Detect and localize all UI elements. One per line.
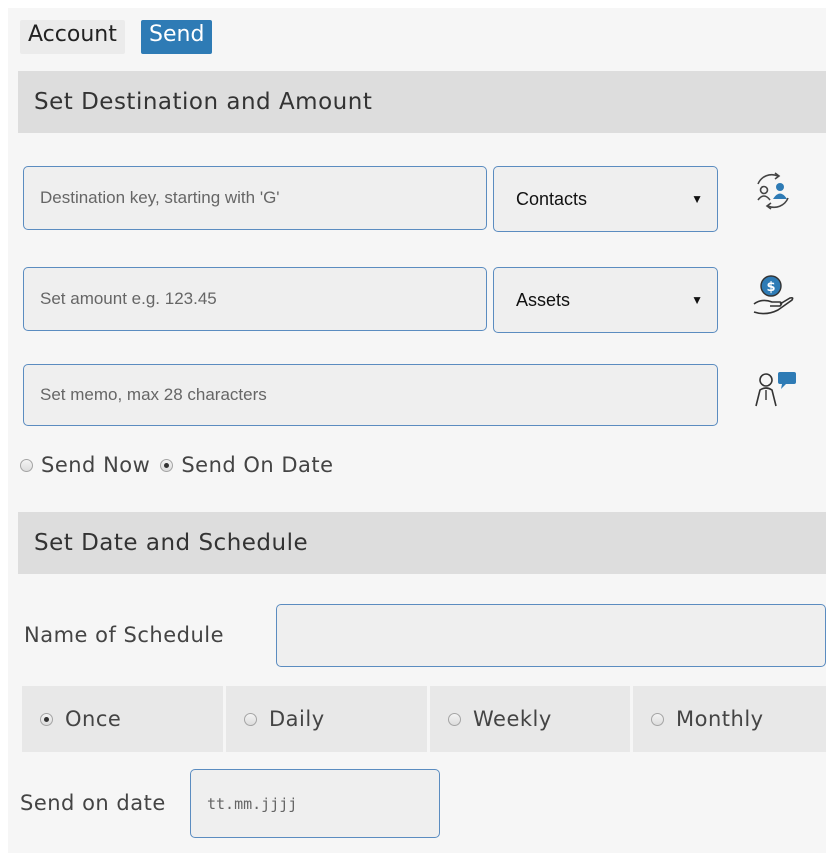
contacts-select[interactable]: Contacts ▼ (493, 166, 718, 232)
weekly-label: Weekly (473, 707, 552, 731)
once-label: Once (65, 707, 122, 731)
send-now-label[interactable]: Send Now (41, 453, 150, 477)
amount-input[interactable] (23, 267, 487, 331)
money-hand-icon[interactable]: $ (750, 272, 796, 318)
send-date-input[interactable] (190, 769, 440, 838)
dropdown-caret-icon: ▼ (691, 293, 703, 307)
send-mode-group: Send Now Send On Date (20, 450, 334, 480)
memo-input[interactable] (23, 364, 718, 426)
destination-input[interactable] (23, 166, 487, 230)
monthly-label: Monthly (676, 707, 764, 731)
frequency-option-monthly[interactable]: Monthly (633, 686, 826, 752)
weekly-radio[interactable] (448, 712, 461, 726)
assets-select-value: Assets (516, 289, 571, 310)
daily-radio[interactable] (244, 712, 257, 726)
send-on-date-radio[interactable] (160, 458, 174, 472)
tab-account[interactable]: Account (20, 20, 125, 54)
assets-select[interactable]: Assets ▼ (493, 267, 718, 333)
once-radio[interactable] (40, 712, 53, 726)
monthly-radio[interactable] (651, 712, 664, 726)
contacts-select-value: Contacts (516, 188, 588, 209)
send-on-date-label[interactable]: Send On Date (181, 453, 333, 477)
frequency-option-once[interactable]: Once (22, 686, 223, 752)
frequency-option-weekly[interactable]: Weekly (430, 686, 630, 752)
schedule-name-input[interactable] (276, 604, 826, 667)
send-on-date-field-label: Send on date (20, 791, 166, 815)
person-chat-icon[interactable] (752, 366, 798, 412)
frequency-option-daily[interactable]: Daily (226, 686, 427, 752)
tab-send[interactable]: Send (141, 20, 213, 54)
svg-text:$: $ (766, 280, 775, 295)
dropdown-caret-icon: ▼ (691, 192, 703, 206)
daily-label: Daily (269, 707, 325, 731)
section-header-schedule: Set Date and Schedule (18, 512, 826, 574)
section-header-destination: Set Destination and Amount (18, 71, 826, 133)
schedule-name-label: Name of Schedule (24, 623, 225, 647)
contacts-sync-icon[interactable] (750, 168, 796, 214)
send-now-radio[interactable] (20, 458, 33, 472)
